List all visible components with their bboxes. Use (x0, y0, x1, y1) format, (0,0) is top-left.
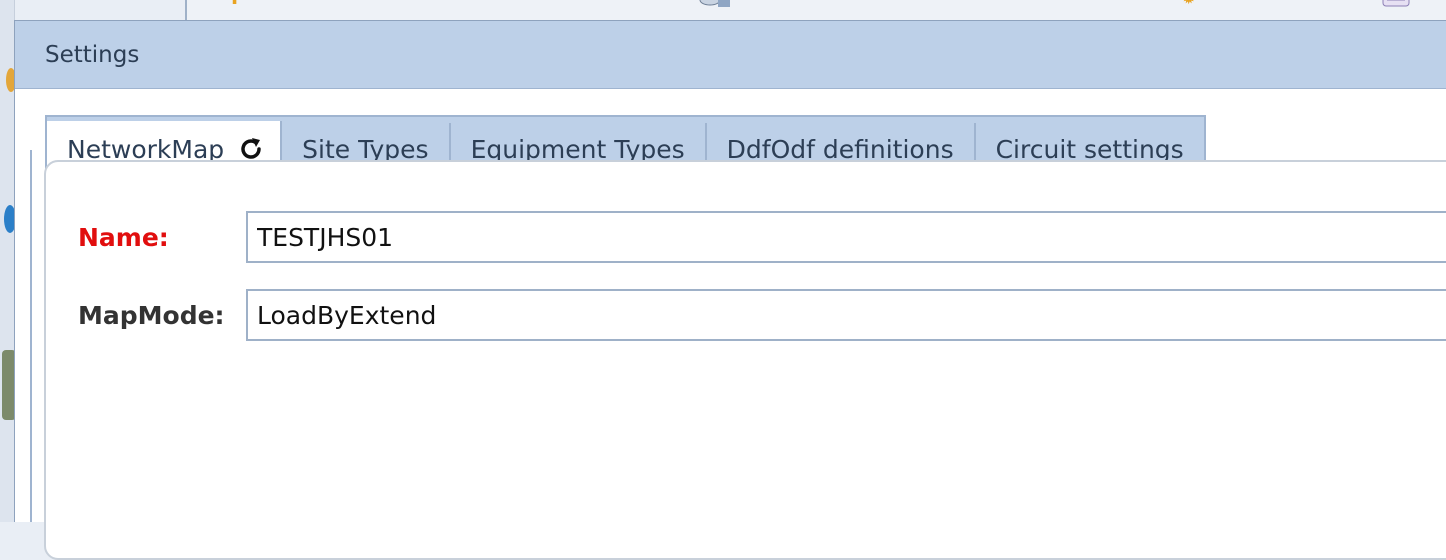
dialog-titlebar[interactable]: Settings (15, 21, 1446, 89)
name-row: Name: (78, 211, 246, 263)
database-icon (696, 0, 734, 8)
mapmode-row: MapMode: (78, 289, 246, 341)
tab-content-border (30, 150, 32, 522)
add-icon: ✚ (227, 0, 247, 8)
background-toolbar (185, 0, 1446, 20)
calendar-icon (1381, 0, 1411, 8)
mapmode-label: MapMode: (78, 300, 225, 330)
dialog-title: Settings (45, 41, 140, 68)
gear-icon: ✹ (1182, 0, 1204, 7)
name-label: Name: (78, 222, 169, 252)
mapmode-input[interactable] (246, 289, 1446, 341)
name-input[interactable] (246, 211, 1446, 263)
